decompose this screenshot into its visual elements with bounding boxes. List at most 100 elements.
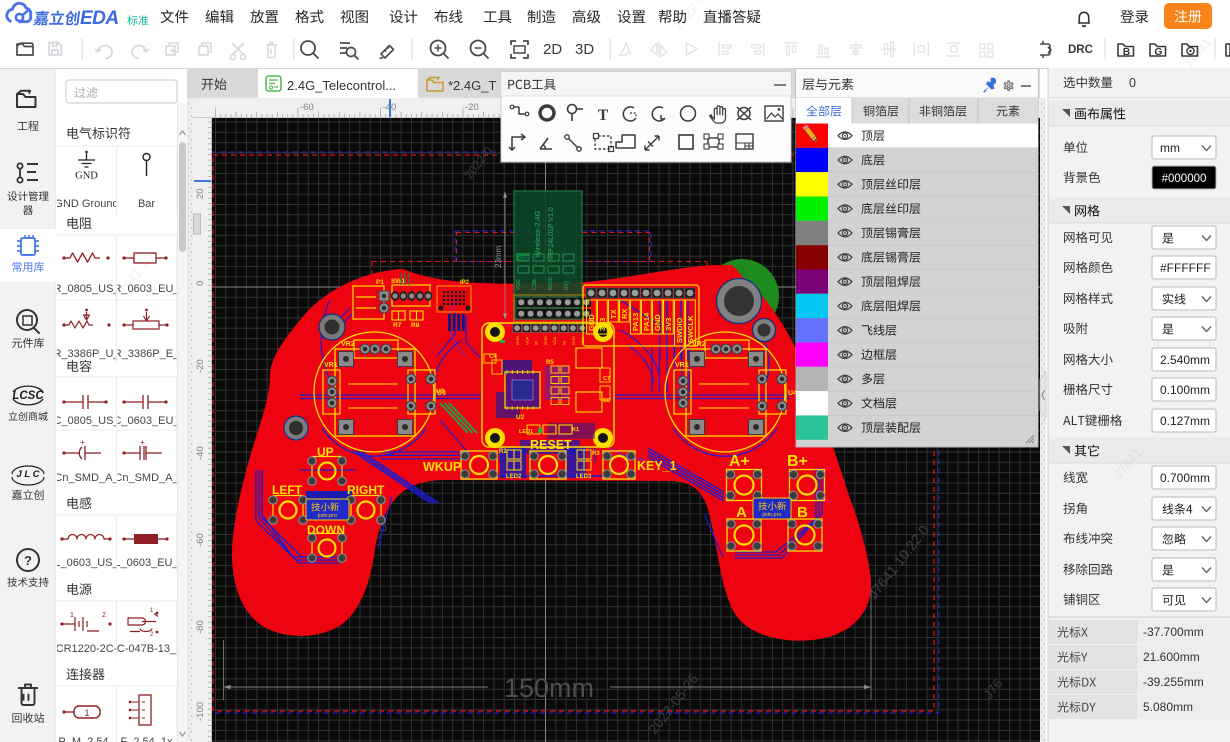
svg-text:+: + bbox=[140, 438, 145, 447]
svg-text:20: 20 bbox=[195, 188, 206, 199]
svg-text:VR1: VR1 bbox=[324, 362, 338, 369]
svg-text:PA14: PA14 bbox=[642, 312, 651, 331]
svg-text:-20: -20 bbox=[465, 102, 479, 113]
svg-text:0.100mm: 0.100mm bbox=[1160, 383, 1210, 397]
svg-text:SWCLK: SWCLK bbox=[686, 315, 695, 343]
svg-text:J L C: J L C bbox=[16, 469, 39, 480]
svg-text:jixin.pro: jixin.pro bbox=[762, 512, 782, 518]
svg-text:-37.700mm: -37.700mm bbox=[1143, 625, 1204, 639]
svg-text:Cn_SMD_A_: Cn_SMD_A_ bbox=[114, 472, 179, 484]
svg-text:DRC: DRC bbox=[1068, 44, 1093, 56]
svg-text:2.4G_Telecontrol...: 2.4G_Telecontrol... bbox=[287, 78, 396, 93]
svg-text:*2.4G_T: *2.4G_T bbox=[448, 78, 496, 93]
svg-text:-39.255mm: -39.255mm bbox=[1143, 675, 1204, 689]
svg-text:0: 0 bbox=[1129, 76, 1136, 90]
svg-text:LEFT: LEFT bbox=[272, 483, 303, 497]
svg-text:MOSI: MOSI bbox=[548, 277, 554, 290]
svg-text:R_3386P_E_: R_3386P_E_ bbox=[114, 348, 180, 360]
svg-text:5.080mm: 5.080mm bbox=[1143, 700, 1193, 714]
svg-text:0.700mm: 0.700mm bbox=[1160, 471, 1210, 485]
svg-text:-60: -60 bbox=[300, 102, 314, 113]
svg-text:LCSC: LCSC bbox=[12, 390, 44, 402]
svg-text:F_2.54_1x: F_2.54_1x bbox=[121, 736, 173, 742]
svg-text:1: 1 bbox=[70, 612, 74, 619]
svg-text:R_0805_US_: R_0805_US_ bbox=[53, 283, 120, 295]
svg-text:PA13: PA13 bbox=[631, 313, 640, 331]
svg-text:C_0603_EU_: C_0603_EU_ bbox=[113, 415, 180, 427]
svg-text:CSN: CSN bbox=[532, 279, 538, 290]
svg-text:C8: C8 bbox=[603, 398, 610, 404]
svg-text:GND: GND bbox=[571, 336, 576, 345]
svg-text:A+: A+ bbox=[729, 453, 750, 470]
svg-text:T: T bbox=[598, 107, 609, 124]
svg-text:R5: R5 bbox=[546, 360, 554, 366]
svg-text:RESET: RESET bbox=[530, 438, 572, 452]
svg-text:VR2: VR2 bbox=[341, 341, 355, 348]
svg-text:150mm: 150mm bbox=[504, 673, 594, 703]
svg-text:IP2: IP2 bbox=[460, 280, 470, 286]
svg-text:U3: U3 bbox=[436, 388, 445, 395]
svg-text:EDA: EDA bbox=[80, 8, 119, 29]
svg-text:GND: GND bbox=[75, 171, 98, 182]
svg-text:R2: R2 bbox=[499, 449, 507, 455]
svg-text:VR1: VR1 bbox=[675, 362, 689, 369]
svg-text:L_0603_EU_: L_0603_EU_ bbox=[114, 557, 179, 569]
svg-text:A: A bbox=[736, 504, 747, 521]
svg-text:IRQ: IRQ bbox=[564, 281, 570, 290]
svg-text:23mm: 23mm bbox=[494, 245, 503, 268]
svg-text:C_0805_US_: C_0805_US_ bbox=[53, 415, 120, 427]
svg-text:B: B bbox=[1123, 46, 1131, 58]
svg-text:KEY_1: KEY_1 bbox=[637, 459, 677, 473]
svg-text:3V3: 3V3 bbox=[598, 318, 607, 331]
svg-text:Bar: Bar bbox=[138, 198, 155, 210]
svg-text:VCA: VCA bbox=[552, 336, 557, 345]
svg-text:GND: GND bbox=[543, 336, 548, 345]
svg-text:2: 2 bbox=[102, 612, 106, 619]
svg-text:2D: 2D bbox=[543, 41, 562, 58]
svg-text:#FFFFFF: #FFFFFF bbox=[1160, 261, 1211, 275]
svg-text:VCA: VCA bbox=[524, 336, 529, 345]
svg-text:U2: U2 bbox=[516, 414, 525, 421]
svg-text:VDD: VDD bbox=[516, 279, 522, 290]
svg-text:R8: R8 bbox=[411, 322, 420, 329]
svg-text:-80: -80 bbox=[195, 620, 206, 634]
svg-text:R_3386P_U_: R_3386P_U_ bbox=[53, 348, 120, 360]
svg-text:0: 0 bbox=[195, 281, 206, 286]
svg-text:RIGHT: RIGHT bbox=[347, 483, 385, 497]
svg-text:R7: R7 bbox=[393, 322, 402, 329]
svg-text:LED1: LED1 bbox=[519, 429, 533, 435]
svg-text:-20: -20 bbox=[195, 359, 206, 373]
svg-text:1: 1 bbox=[84, 708, 89, 718]
svg-text:DOWN: DOWN bbox=[307, 523, 345, 537]
svg-text:B+: B+ bbox=[787, 453, 808, 470]
svg-text:mm: mm bbox=[1160, 141, 1180, 155]
svg-text:GND: GND bbox=[519, 256, 531, 262]
svg-text:3D: 3D bbox=[575, 41, 594, 58]
svg-text:+: + bbox=[80, 438, 85, 447]
svg-text:GND: GND bbox=[653, 314, 662, 331]
svg-text:R3: R3 bbox=[592, 451, 600, 457]
svg-text:K1: K1 bbox=[572, 427, 579, 433]
svg-text:P1: P1 bbox=[376, 279, 384, 286]
svg-text:SWDIO: SWDIO bbox=[675, 317, 684, 343]
svg-text:CR1220-2C-: CR1220-2C- bbox=[56, 643, 118, 655]
svg-text:Wireless-2.4G: Wireless-2.4G bbox=[533, 210, 542, 258]
svg-text:Cn_SMD_A_: Cn_SMD_A_ bbox=[54, 472, 119, 484]
svg-text:#000000: #000000 bbox=[1162, 173, 1207, 185]
svg-text:?: ? bbox=[24, 553, 32, 568]
svg-text:P_M_2.54_: P_M_2.54_ bbox=[58, 736, 115, 742]
svg-text:-60: -60 bbox=[195, 533, 206, 547]
svg-text:GND: GND bbox=[515, 336, 520, 345]
svg-text:IO: IO bbox=[534, 341, 539, 345]
svg-text:TX: TX bbox=[609, 309, 618, 319]
svg-text:B: B bbox=[797, 504, 808, 521]
svg-text:SW1: SW1 bbox=[391, 278, 405, 285]
svg-text:-100: -100 bbox=[195, 702, 206, 721]
svg-text:GND: GND bbox=[587, 314, 596, 331]
svg-text:L_0603_US_: L_0603_US_ bbox=[54, 557, 119, 569]
svg-text:WKUP: WKUP bbox=[423, 460, 461, 474]
svg-text:LED2: LED2 bbox=[506, 474, 522, 480]
svg-text:G: G bbox=[1154, 46, 1162, 58]
svg-text:GND Ground: GND Ground bbox=[54, 198, 118, 210]
svg-text:C-047B-13_: C-047B-13_ bbox=[117, 643, 177, 655]
